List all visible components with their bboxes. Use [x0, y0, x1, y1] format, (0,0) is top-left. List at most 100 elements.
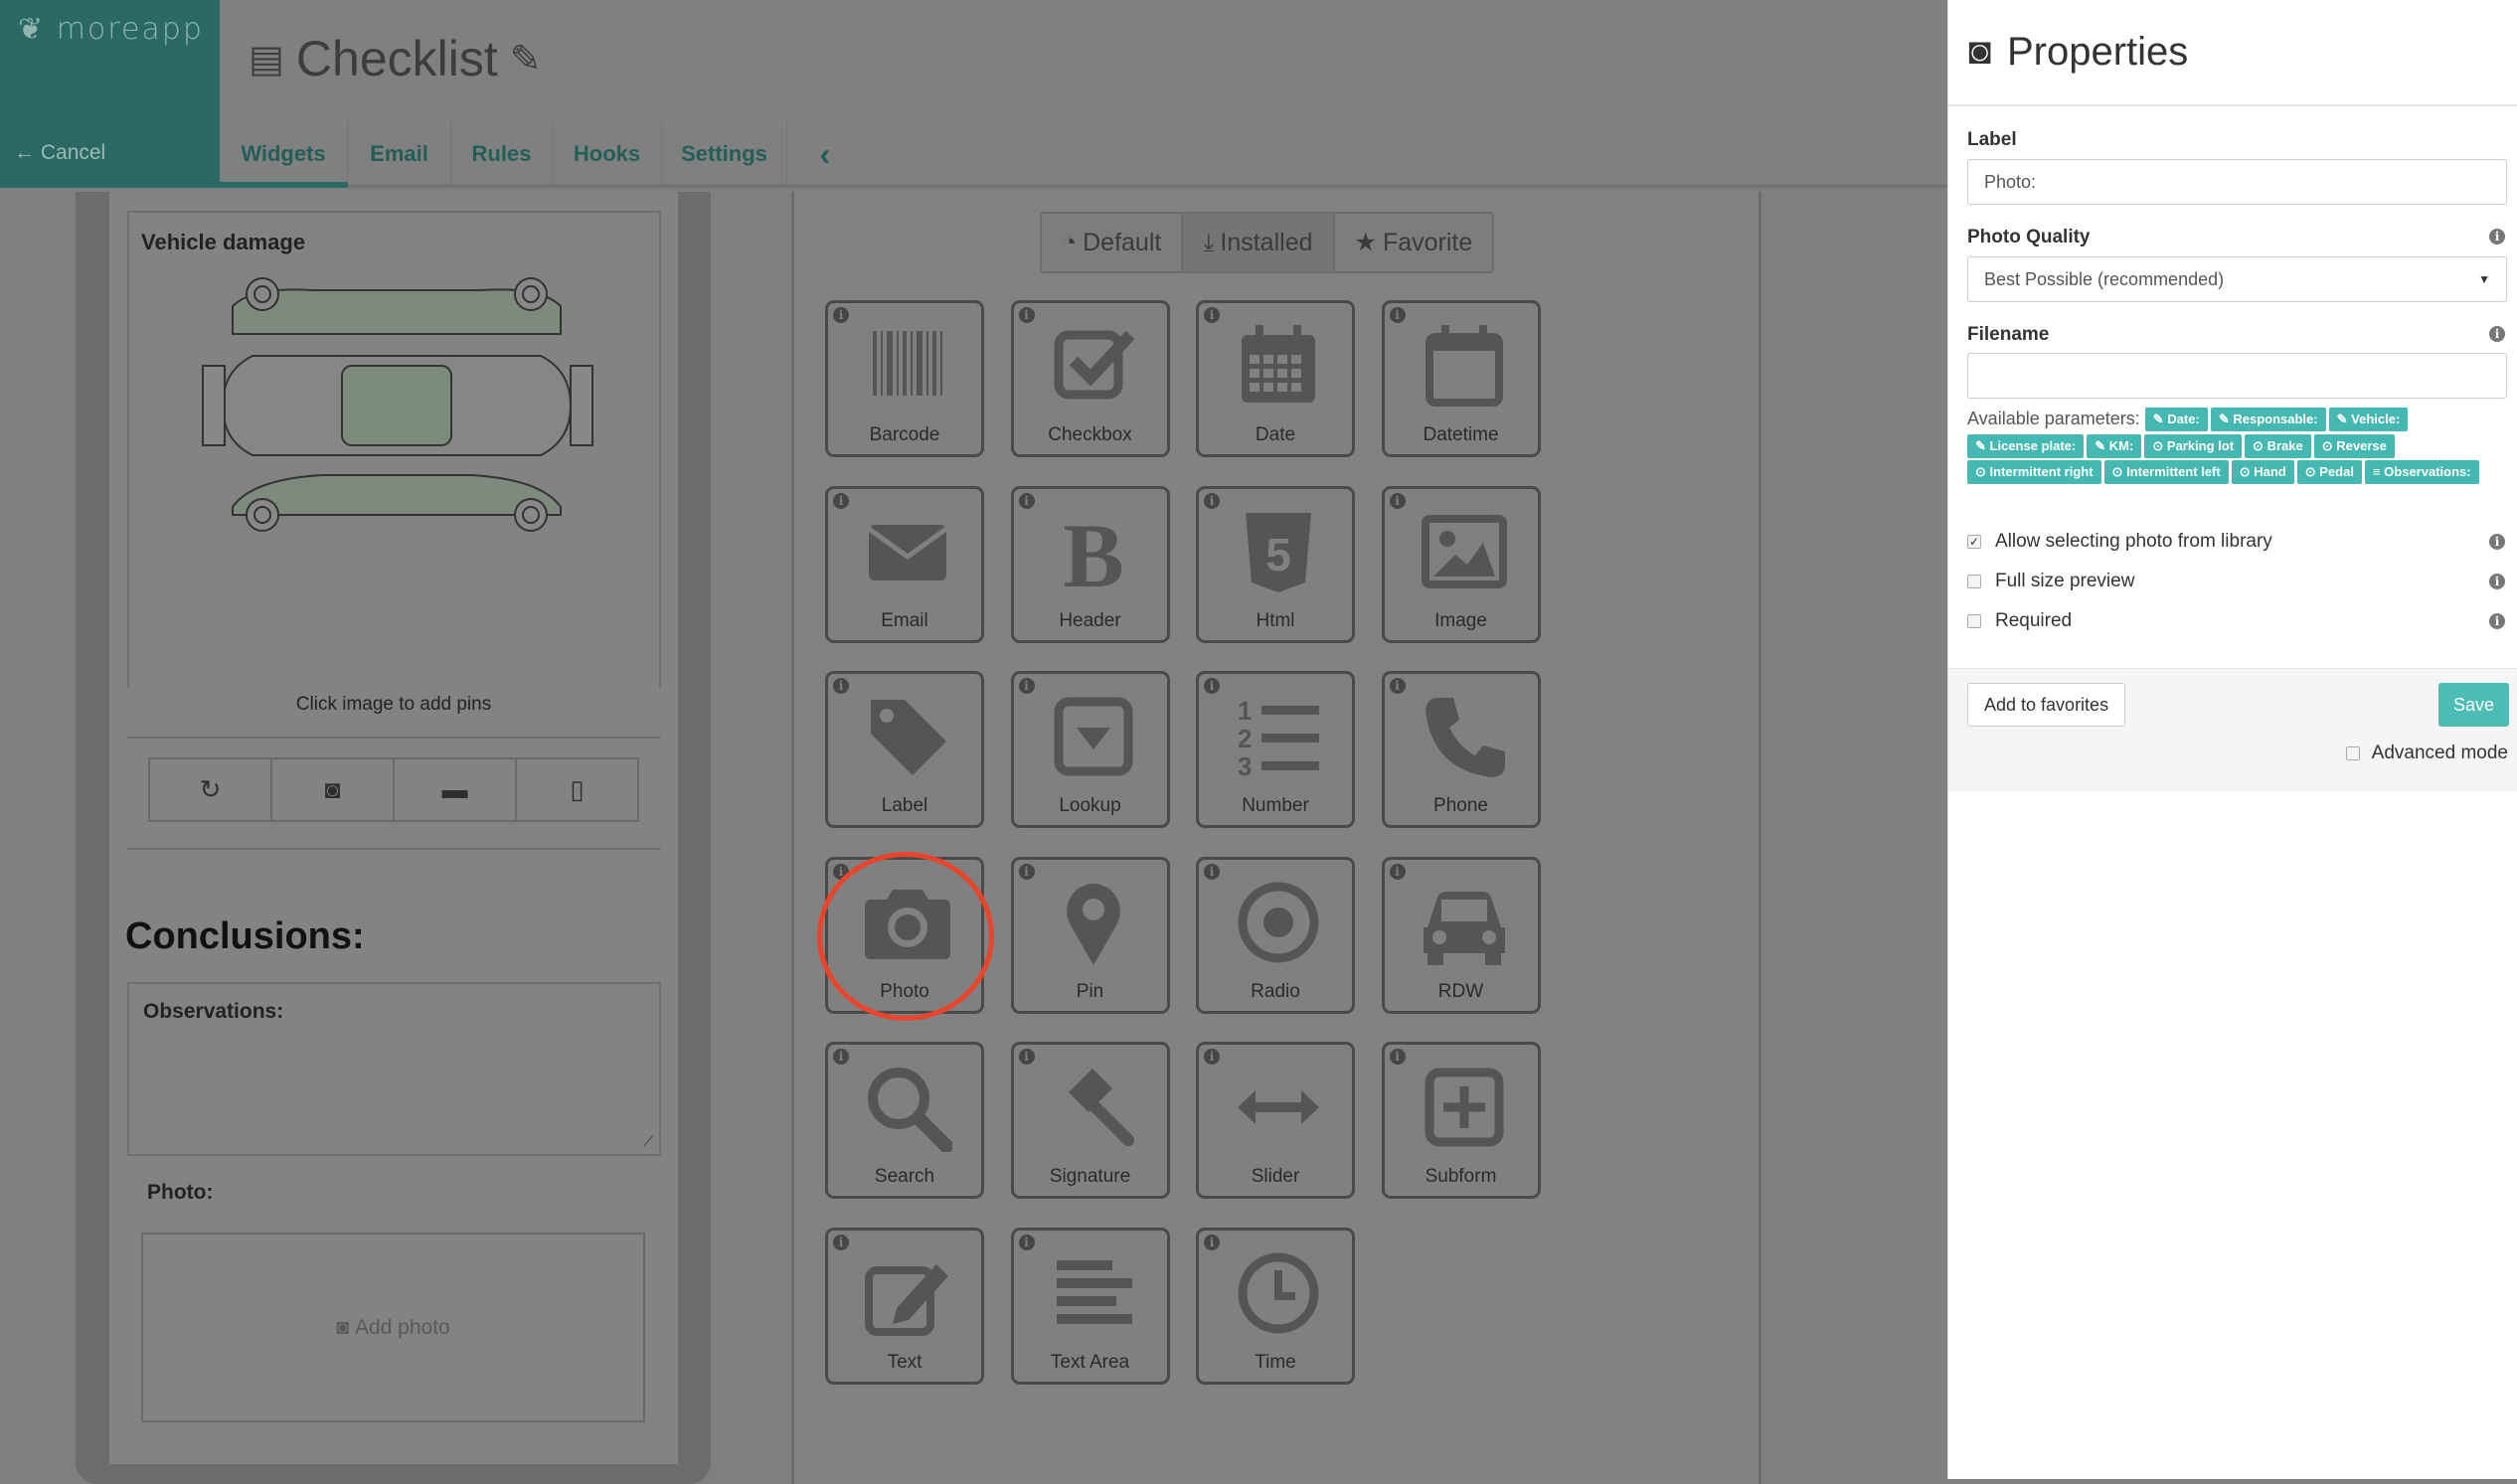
tab-widgets[interactable]: Widgets [220, 120, 348, 188]
parameter-chip[interactable]: ✎ Date: [2144, 408, 2208, 432]
parameter-chip[interactable]: ≡ Observations: [2364, 459, 2479, 484]
widget-checkbox[interactable]: i Checkbox [1010, 300, 1170, 457]
info-icon[interactable]: i [1018, 307, 1035, 323]
parameter-chip[interactable]: ✎ KM: [2087, 433, 2142, 458]
params-label: Available parameters: [1967, 409, 2140, 428]
option-checkbox[interactable]: Required [1967, 610, 2072, 632]
widget-pin[interactable]: i Pin [1010, 856, 1170, 1014]
widget-rdw[interactable]: i RDW [1381, 856, 1541, 1014]
camera-button[interactable]: ◙ [272, 759, 395, 820]
info-icon[interactable]: i [1204, 492, 1220, 509]
refresh-button[interactable]: ↻ [150, 759, 272, 820]
widget-text-area[interactable]: i Text Area [1010, 1227, 1170, 1385]
option-checkbox[interactable]: Full size preview [1967, 571, 2134, 592]
info-icon[interactable]: i [1018, 678, 1035, 694]
parameter-chip[interactable]: ⊙ Hand [2231, 459, 2294, 484]
widget-search[interactable]: i Search [825, 1042, 984, 1199]
info-icon[interactable]: i [2489, 534, 2505, 550]
collapse-chevron-icon[interactable]: ‹ [787, 120, 863, 188]
filter-favorite[interactable]: ★ Favorite [1334, 214, 1493, 271]
widget-phone[interactable]: i Phone [1381, 671, 1541, 828]
checkbox[interactable] [1967, 575, 1981, 588]
widget-text[interactable]: i Text [825, 1227, 984, 1385]
widget-label[interactable]: i Label [825, 671, 984, 828]
info-icon[interactable]: i [1204, 678, 1220, 694]
info-icon[interactable]: i [1389, 307, 1406, 323]
widget-date[interactable]: i Date [1196, 300, 1355, 457]
form-preview[interactable]: Vehicle damage Click image to add pins C… [109, 192, 678, 1464]
checkbox[interactable] [1967, 614, 1981, 628]
info-icon[interactable]: i [833, 678, 849, 694]
info-icon[interactable]: i [833, 307, 849, 323]
tab-settings[interactable]: Settings [662, 120, 787, 188]
widget-number[interactable]: i 1 2 3 Number [1196, 671, 1355, 828]
tab-email[interactable]: Email [348, 120, 451, 188]
info-icon[interactable]: i [833, 1234, 849, 1250]
parameter-chip[interactable]: ⊙ Brake [2245, 433, 2311, 458]
widget-radio[interactable]: i Radio [1196, 856, 1355, 1014]
edit-pencil-icon[interactable]: ✎ [510, 37, 542, 82]
parameter-chip[interactable]: ✎ Responsable: [2210, 408, 2326, 432]
info-icon[interactable]: i [2489, 613, 2505, 629]
widget-html[interactable]: i 5 Html [1196, 485, 1355, 643]
info-icon[interactable]: i [1018, 492, 1035, 509]
parameter-chip[interactable]: ✎ License plate: [1967, 433, 2085, 458]
filter-installed[interactable]: ⤓ Installed [1183, 214, 1335, 271]
page-title: ▤ Checklist ✎ [249, 30, 542, 87]
observations-textarea[interactable]: Observations: ⟋ [127, 982, 661, 1156]
file-button[interactable]: ▯ [517, 759, 637, 820]
filename-input[interactable] [1967, 353, 2507, 399]
parameter-chip[interactable]: ⊙ Parking lot [2144, 433, 2243, 458]
save-button[interactable]: Save [2438, 683, 2509, 727]
folder-button[interactable]: ▬ [395, 759, 517, 820]
tab-hooks[interactable]: Hooks [553, 120, 662, 188]
widget-header[interactable]: i B Header [1010, 485, 1170, 643]
info-icon[interactable]: i [1018, 1049, 1035, 1065]
info-icon[interactable]: i [1204, 1049, 1220, 1065]
resize-handle-icon[interactable]: ⟋ [643, 1133, 653, 1150]
info-icon[interactable]: i [1204, 863, 1220, 880]
info-icon[interactable]: i [1204, 1234, 1220, 1250]
info-icon[interactable]: i [1018, 1234, 1035, 1250]
info-icon[interactable]: i [1389, 1049, 1406, 1065]
info-icon[interactable]: i [833, 492, 849, 509]
parameter-chip[interactable]: ⊙ Reverse [2313, 433, 2395, 458]
parameter-chip[interactable]: ✎ Vehicle: [2328, 408, 2409, 432]
widget-lookup[interactable]: i Lookup [1010, 671, 1170, 828]
photo-label: Photo: [147, 1181, 214, 1204]
add-to-favorites-button[interactable]: Add to favorites [1967, 683, 2126, 727]
info-icon[interactable]: i [1018, 863, 1035, 880]
advanced-mode-checkbox[interactable] [2345, 746, 2360, 760]
info-icon[interactable]: i [2489, 574, 2505, 589]
widget-signature[interactable]: i Signature [1010, 1042, 1170, 1199]
option-checkbox[interactable]: ✓ Allow selecting photo from library [1967, 531, 2272, 553]
label-input[interactable]: Photo: [1967, 159, 2507, 205]
vehicle-damage-diagram[interactable] [193, 276, 600, 537]
advanced-mode-toggle[interactable]: Advanced mode [2345, 742, 2508, 764]
widget-email[interactable]: i Email [825, 485, 984, 643]
info-icon[interactable]: i [1204, 307, 1220, 323]
info-icon[interactable]: i [833, 1049, 849, 1065]
widget-image[interactable]: i Image [1381, 485, 1541, 643]
info-icon[interactable]: i [2489, 326, 2505, 342]
param-icon: ✎ [2095, 437, 2106, 453]
parameter-chip[interactable]: ⊙ Pedal [2296, 459, 2362, 484]
widget-slider[interactable]: i Slider [1196, 1042, 1355, 1199]
checkbox-label: Full size preview [1995, 571, 2135, 591]
add-photo-button[interactable]: ◙ Add photo [141, 1233, 645, 1422]
widget-barcode[interactable]: i Barcode [825, 300, 984, 457]
widget-time[interactable]: i Time [1196, 1227, 1355, 1385]
parameter-chip[interactable]: ⊙ Intermittent left [2103, 459, 2229, 484]
parameter-chip[interactable]: ⊙ Intermittent right [1967, 459, 2101, 484]
info-icon[interactable]: i [1389, 863, 1406, 880]
info-icon[interactable]: i [2489, 229, 2505, 245]
filter-default[interactable]: ◔ Default [1042, 214, 1184, 271]
checkbox[interactable]: ✓ [1967, 535, 1981, 549]
widget-datetime[interactable]: i Datetime [1381, 300, 1541, 457]
widget-subform[interactable]: i Subform [1381, 1042, 1541, 1199]
info-icon[interactable]: i [1389, 678, 1406, 694]
photo-quality-select[interactable]: Best Possible (recommended) ▼ [1967, 256, 2507, 302]
cancel-button[interactable]: ← Cancel [14, 141, 105, 165]
info-icon[interactable]: i [1389, 492, 1406, 509]
tab-rules[interactable]: Rules [451, 120, 553, 188]
